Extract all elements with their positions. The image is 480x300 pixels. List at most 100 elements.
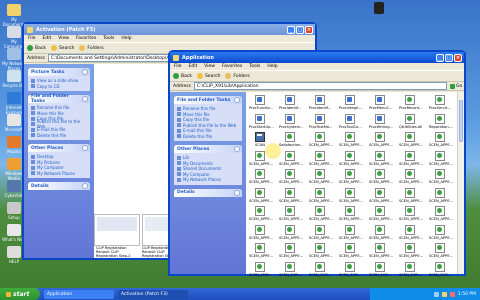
file-item[interactable]: SCEN_APPE...	[339, 132, 363, 147]
file-item[interactable]: SCEN_APPE...	[279, 206, 303, 221]
file-item[interactable]: ProcToolCo...	[339, 113, 362, 129]
file-item[interactable]: SCEN_APPE...	[429, 243, 453, 258]
menu-item[interactable]: View	[58, 36, 69, 41]
file-item[interactable]: SCEN_ECR...	[279, 261, 301, 277]
task-panel-header[interactable]: File and Folder Tasks	[28, 94, 90, 104]
file-item[interactable]: ProcServic...	[429, 95, 451, 110]
chevron-up-icon[interactable]	[234, 189, 240, 196]
task-link[interactable]: Delete this file	[177, 134, 239, 140]
menu-item[interactable]: Tools	[103, 36, 114, 41]
file-item[interactable]: ProcIdentif...	[309, 95, 331, 110]
search-button[interactable]: Search	[50, 45, 74, 51]
file-item[interactable]: SCEN_APPE...	[369, 132, 393, 147]
file-item[interactable]: SCEN_ECR...	[369, 261, 391, 277]
file-item[interactable]: ProcMenuC...	[369, 95, 392, 110]
file-item[interactable]: SCEN_ECR...	[399, 261, 421, 277]
file-item[interactable]: SCEN_APPE...	[339, 243, 363, 258]
file-item[interactable]: SCEN_APPE...	[249, 243, 273, 258]
file-item[interactable]: SCEN_APPE...	[249, 206, 273, 221]
task-panel-header[interactable]: Other Places	[174, 145, 242, 153]
file-item[interactable]: SCEN_APPE...	[429, 132, 453, 147]
task-link[interactable]: Copy to CD	[31, 84, 87, 90]
file-item[interactable]: SCEN_APPE...	[339, 187, 363, 203]
file-item[interactable]: SCEN_APPE...	[339, 169, 363, 184]
menu-item[interactable]: Edit	[43, 36, 52, 41]
file-item[interactable]: SCEN_APPE...	[249, 187, 273, 203]
file-item[interactable]: SCEN_ECR...	[339, 261, 361, 277]
file-item[interactable]: SCEN_APPE...	[369, 206, 393, 221]
menu-item[interactable]: File	[174, 64, 182, 69]
file-item[interactable]: SCEN_APPE...	[429, 169, 453, 184]
file-item[interactable]: SCEN_APPE...	[309, 187, 333, 203]
file-item[interactable]: ProcRecord...	[399, 95, 423, 110]
menu-item[interactable]: Favorites	[222, 64, 242, 69]
file-item[interactable]: SCAN	[249, 132, 271, 147]
task-link[interactable]: My Network Places	[177, 177, 239, 183]
file-item[interactable]: SCEN_APPE...	[429, 224, 453, 240]
maximize-button[interactable]: □	[445, 53, 453, 62]
file-item[interactable]: ProcStartUp...	[249, 113, 274, 129]
task-panel-header[interactable]: Details	[174, 188, 242, 197]
task-link[interactable]: Delete this file	[31, 133, 87, 139]
taskbar-item-activation[interactable]: Activation (Patch F3)	[118, 289, 188, 299]
file-item[interactable]: ProcIntegri...	[339, 95, 362, 110]
file-item[interactable]: ProcTestMo...	[309, 113, 332, 129]
file-item[interactable]: SCEN_APPE...	[429, 150, 453, 166]
file-item[interactable]: Reparation....	[429, 113, 453, 129]
menu-item[interactable]: File	[28, 36, 36, 41]
chevron-up-icon[interactable]	[82, 96, 88, 102]
task-panel-header[interactable]: Details	[28, 182, 90, 190]
file-item[interactable]: QtUtilities.dll	[399, 113, 422, 129]
chevron-up-icon[interactable]	[82, 183, 88, 189]
file-item[interactable]: SCEN_APPE...	[309, 224, 333, 240]
file-item[interactable]: ProcWriting...	[369, 113, 393, 129]
file-item[interactable]: SCEN_APPE...	[369, 150, 393, 166]
network-icon[interactable]	[433, 291, 439, 297]
file-item[interactable]: SCEN_APPE...	[309, 132, 333, 147]
file-item[interactable]: SCEN_APPE...	[399, 206, 423, 221]
file-item[interactable]: SCEN_APPE...	[279, 224, 303, 240]
file-item[interactable]: SCEN_APPE...	[369, 224, 393, 240]
file-item[interactable]: SCEN_ECR...	[309, 261, 331, 277]
task-panel-header[interactable]: Picture Tasks	[28, 68, 90, 76]
file-item[interactable]: SCEN_APPE...	[369, 187, 393, 203]
file-item[interactable]: SCEN_APPE...	[399, 132, 423, 147]
file-item[interactable]: SCEN_APPE...	[249, 224, 273, 240]
file-item[interactable]: SCEN_APPE...	[369, 169, 393, 184]
scrollbar-thumb[interactable]	[459, 100, 463, 142]
application-window[interactable]: Application _ □ × File Edit View Favorites T…	[168, 50, 466, 277]
thumbnail-1[interactable]	[94, 214, 140, 246]
task-panel-header[interactable]: Other Places	[28, 144, 90, 152]
file-item[interactable]: SCEN_APPE...	[309, 206, 333, 221]
file-item[interactable]: SCEN_APPE...	[339, 206, 363, 221]
chevron-up-icon[interactable]	[234, 146, 240, 152]
file-item[interactable]: SCEN_APPE...	[399, 224, 423, 240]
task-panel-header[interactable]: File and Folder Tasks	[174, 96, 242, 104]
taskbar-item-application[interactable]: Application	[44, 289, 114, 299]
security-icon[interactable]	[449, 291, 455, 297]
file-item[interactable]: SCEN_APPE...	[249, 150, 273, 166]
file-item[interactable]: ProcIdentif...	[279, 95, 301, 110]
minimize-button[interactable]: _	[287, 25, 295, 34]
task-link[interactable]: My Network Places	[31, 171, 87, 177]
chevron-up-icon[interactable]	[82, 145, 88, 151]
file-item[interactable]: SCEN_ECR...	[429, 261, 451, 277]
file-item[interactable]: SCEN_APPE...	[429, 206, 453, 221]
file-item[interactable]: ProcSystem...	[279, 113, 304, 129]
address-field[interactable]: C:\CLIP_X91\Lib\Application	[193, 82, 447, 90]
close-button[interactable]: ×	[454, 53, 462, 62]
menu-item[interactable]: Help	[267, 64, 277, 69]
volume-icon[interactable]	[441, 291, 447, 297]
clock[interactable]: 1:50 PM	[458, 292, 476, 297]
file-item[interactable]: SCEN_APPE...	[399, 187, 423, 203]
task-link[interactable]: Publish this file to the Web	[177, 123, 239, 129]
chevron-up-icon[interactable]	[234, 97, 240, 103]
maximize-button[interactable]: □	[296, 25, 304, 34]
back-button[interactable]: Back	[27, 45, 46, 51]
file-item[interactable]: SCEN_APPE...	[339, 224, 363, 240]
file-item[interactable]: SCEN_APPE...	[309, 169, 333, 184]
file-item[interactable]: ProcFunctio...	[249, 95, 273, 110]
back-button[interactable]: Back	[173, 73, 192, 79]
file-item[interactable]: SCEN_APPE...	[399, 169, 423, 184]
window-titlebar[interactable]: Activation (Patch F3) _ □ ×	[24, 24, 315, 35]
